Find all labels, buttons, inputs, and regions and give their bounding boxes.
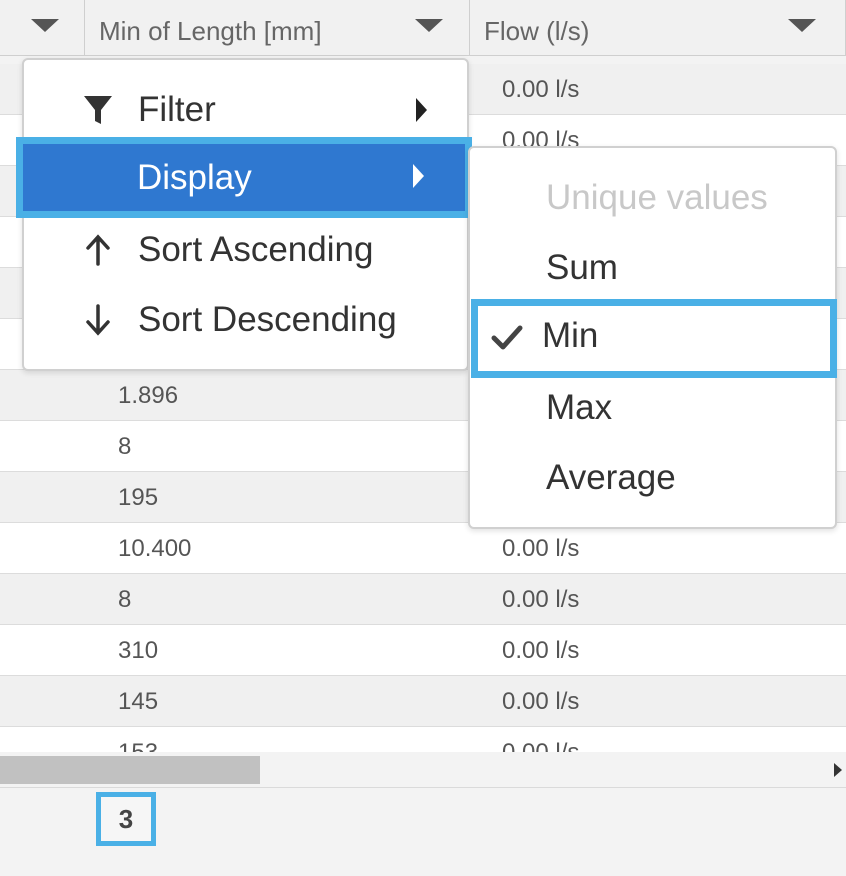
cell-length: 10.400 (118, 535, 192, 562)
chevron-right-icon (416, 98, 427, 122)
cell-flow: 0.00 l/s (502, 76, 580, 103)
menu-item-sort-ascending[interactable]: Sort Ascending (24, 216, 467, 286)
submenu-item-sum[interactable]: Sum (470, 234, 835, 304)
submenu-item-unique-values-label: Unique values (546, 178, 768, 217)
cell-flow: 0.00 l/s (502, 688, 580, 715)
table-row[interactable]: 310 0.00 l/s (0, 625, 846, 676)
scroll-right-icon[interactable] (834, 763, 842, 777)
table-row[interactable]: 145 0.00 l/s (0, 676, 846, 727)
header-label-flow: Flow (l/s) (484, 16, 590, 46)
cell-flow: 0.00 l/s (502, 637, 580, 664)
menu-item-filter[interactable]: Filter (24, 76, 467, 146)
caret-down-icon[interactable] (415, 19, 443, 32)
header-cell-flow[interactable]: Flow (l/s) (470, 0, 846, 56)
submenu-item-max[interactable]: Max (470, 374, 835, 444)
cell-length: 8 (118, 586, 132, 613)
submenu-item-unique-values: Unique values (470, 164, 835, 234)
submenu-item-average-label: Average (546, 458, 676, 497)
menu-item-filter-label: Filter (138, 90, 216, 129)
cell-length: 8 (118, 433, 132, 460)
caret-down-icon[interactable] (31, 19, 59, 32)
submenu-item-min[interactable]: Min (471, 299, 837, 378)
grid-header: Min of Length [mm] Flow (l/s) (0, 0, 846, 56)
cell-flow: 0.00 l/s (502, 739, 579, 752)
cell-flow: 0.00 l/s (502, 586, 580, 613)
header-cell-min-length[interactable]: Min of Length [mm] (85, 0, 470, 56)
menu-item-sort-ascending-label: Sort Ascending (138, 230, 374, 269)
table-row[interactable]: 153 0.00 l/s (0, 727, 846, 752)
menu-item-sort-descending-label: Sort Descending (138, 300, 397, 339)
header-cell-0[interactable] (0, 0, 85, 56)
cell-flow: 0.00 l/s (502, 535, 580, 562)
checkmark-icon (491, 325, 523, 350)
arrow-up-icon (86, 234, 110, 266)
submenu-item-max-label: Max (546, 388, 613, 427)
menu-item-display-label: Display (137, 158, 252, 197)
chevron-right-icon (413, 164, 424, 188)
cell-length: 153 (118, 739, 158, 752)
filter-icon (84, 96, 112, 124)
scrollbar-thumb[interactable] (0, 756, 260, 784)
header-label-min-length: Min of Length [mm] (99, 16, 322, 46)
table-row[interactable]: 8 0.00 l/s (0, 574, 846, 625)
cell-length: 145 (118, 688, 159, 715)
submenu-item-sum-label: Sum (546, 248, 618, 287)
cell-length: 1.896 (118, 382, 179, 409)
cell-length: 195 (118, 484, 159, 511)
horizontal-scrollbar[interactable] (0, 752, 846, 788)
page-number-button[interactable]: 3 (96, 792, 156, 846)
menu-item-display[interactable]: Display (16, 137, 472, 218)
submenu-item-min-label: Min (542, 316, 599, 355)
caret-down-icon[interactable] (788, 19, 816, 32)
menu-item-sort-descending[interactable]: Sort Descending (24, 286, 467, 356)
cell-length: 310 (118, 637, 159, 664)
arrow-down-icon (86, 304, 110, 336)
table-row[interactable]: 10.400 0.00 l/s (0, 523, 846, 574)
submenu-item-average[interactable]: Average (470, 444, 835, 514)
